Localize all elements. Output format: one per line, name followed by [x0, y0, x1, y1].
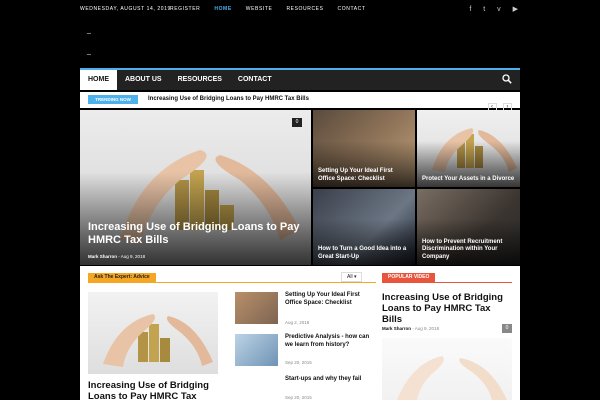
trending-bar: TRENDING NOW Increasing Use of Bridging …	[80, 92, 520, 112]
top-link-website[interactable]: WEBSITE	[246, 6, 273, 12]
popular-article-meta: Mark Sharron - Aug 9, 2018	[382, 326, 439, 331]
nav-item-contact[interactable]: CONTACT	[230, 70, 280, 90]
top-link-contact[interactable]: CONTACT	[338, 6, 366, 12]
meta-separator: -	[118, 254, 120, 259]
youtube-icon[interactable]: ▶	[513, 6, 518, 13]
twitter-icon[interactable]: t	[483, 6, 485, 13]
nav-item-home[interactable]: HOME	[80, 70, 117, 90]
trending-headline[interactable]: Increasing Use of Bridging Loans to Pay …	[148, 96, 309, 102]
top-link-resources[interactable]: RESOURCES	[286, 6, 323, 12]
author-name[interactable]: Mark Sharron	[88, 254, 117, 259]
list-item: Setting Up Your Ideal First Office Space…	[235, 292, 375, 332]
featured-main-title[interactable]: Increasing Use of Bridging Loans to Pay …	[88, 221, 306, 247]
featured-article-title[interactable]: Increasing Use of Bridging Loans to Pay …	[88, 380, 228, 400]
filter-value: All	[347, 274, 353, 280]
logo-placeholder: _	[87, 27, 91, 34]
grid-tile-office[interactable]: Setting Up Your Ideal First Office Space…	[313, 110, 415, 187]
vimeo-icon[interactable]: v	[497, 6, 501, 13]
author-name[interactable]: Mark Sharron	[382, 326, 411, 331]
top-link-register[interactable]: REGISTER	[170, 6, 200, 12]
featured-main-meta: Mark Sharron - Aug 9, 2018	[88, 254, 145, 259]
list-item-date: Sep 20, 2015	[285, 360, 312, 365]
comment-count: 0	[292, 118, 302, 127]
popular-article-title[interactable]: Increasing Use of Bridging Loans to Pay …	[382, 292, 512, 325]
nav-item-resources[interactable]: RESOURCES	[170, 70, 230, 90]
list-item-date: Sep 20, 2015	[285, 395, 312, 400]
meta-separator: -	[412, 326, 414, 331]
grid-tile-title[interactable]: How to Prevent Recruitment Discriminatio…	[422, 239, 515, 262]
grid-tile-title[interactable]: How to Turn a Good Idea into a Great Sta…	[318, 246, 410, 261]
popular-video-badge[interactable]: POPULAR VIDEO	[382, 273, 436, 282]
facebook-icon[interactable]: f	[469, 6, 471, 13]
top-link-home[interactable]: HOME	[214, 6, 231, 12]
post-date: Aug 9, 2018	[414, 326, 440, 331]
list-item-title[interactable]: Setting Up Your Ideal First Office Space…	[285, 292, 373, 307]
comment-count: 0	[502, 324, 512, 333]
chevron-down-icon: ▾	[353, 274, 357, 280]
expert-category-badge[interactable]: Ask The Expert: Advice	[88, 273, 156, 282]
social-links: f t v ▶	[459, 5, 518, 13]
featured-main-tile[interactable]: 0 Increasing Use of Bridging Loans to Pa…	[80, 110, 311, 265]
article-thumbnail[interactable]	[235, 334, 278, 366]
top-links: REGISTER HOME WEBSITE RESOURCES CONTACT	[170, 6, 378, 12]
post-date: Aug 9, 2018	[120, 254, 146, 259]
article-thumbnail[interactable]	[235, 292, 278, 324]
list-item-title[interactable]: Predictive Analysis - how can we learn f…	[285, 334, 373, 349]
section-divider	[382, 282, 512, 283]
top-bar: WEDNESDAY, AUGUST 14, 2019 REGISTER HOME…	[0, 0, 600, 20]
current-date: WEDNESDAY, AUGUST 14, 2019	[80, 6, 171, 12]
nav-item-about-us[interactable]: ABOUT US	[117, 70, 170, 90]
popular-video-thumbnail[interactable]	[382, 338, 512, 400]
list-item-date: Aug 2, 2018	[285, 320, 310, 325]
tile-overlay	[80, 172, 311, 265]
grid-tile-startup[interactable]: How to Turn a Good Idea into a Great Sta…	[313, 189, 415, 265]
main-navigation: HOME ABOUT US RESOURCES CONTACT	[80, 68, 520, 90]
hands-coins-image	[397, 356, 507, 400]
filter-dropdown[interactable]: All ▾	[341, 272, 363, 282]
trending-badge: TRENDING NOW	[88, 95, 138, 104]
search-icon[interactable]	[502, 74, 512, 84]
list-item: Predictive Analysis - how can we learn f…	[235, 334, 375, 374]
featured-article-image[interactable]	[88, 292, 218, 374]
grid-tile-title[interactable]: Setting Up Your Ideal First Office Space…	[318, 168, 410, 183]
grid-tile-divorce[interactable]: Protect Your Assets in a Divorce	[417, 110, 520, 187]
content-section: Ask The Expert: Advice All ▾ Increasing …	[80, 266, 520, 400]
list-item: Start-ups and why they fail Sep 20, 2015	[235, 376, 375, 400]
section-divider	[88, 282, 376, 283]
grid-tile-title[interactable]: Protect Your Assets in a Divorce	[422, 176, 515, 184]
featured-grid: 0 Increasing Use of Bridging Loans to Pa…	[80, 110, 520, 265]
logo-placeholder-2: _	[87, 48, 91, 55]
hands-coins-image	[103, 314, 213, 367]
grid-tile-recruitment[interactable]: How to Prevent Recruitment Discriminatio…	[417, 189, 520, 265]
list-item-title[interactable]: Start-ups and why they fail	[285, 376, 373, 384]
